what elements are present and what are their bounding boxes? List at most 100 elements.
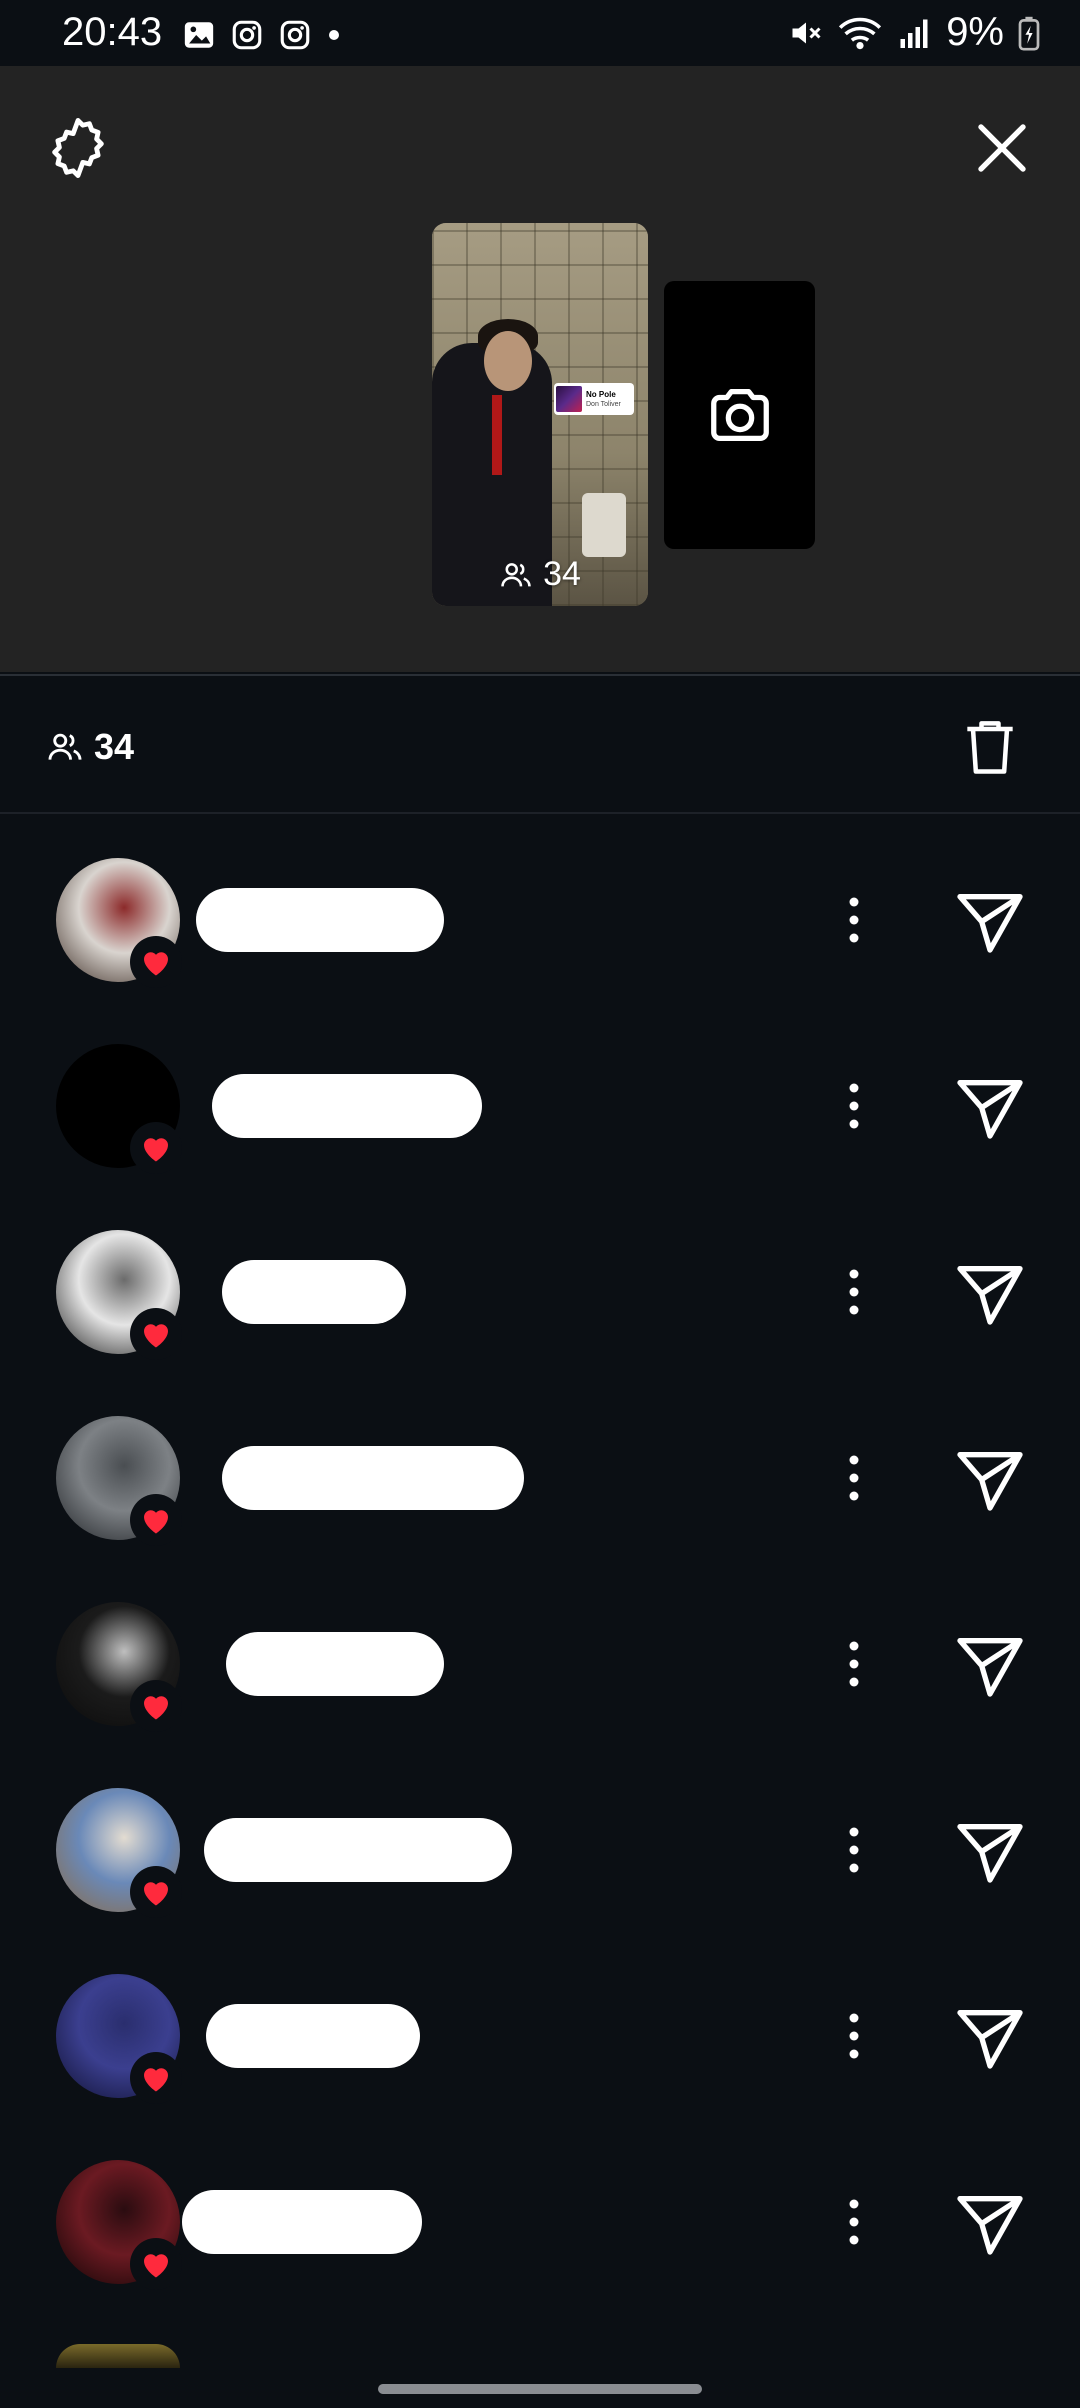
people-icon [501, 562, 531, 586]
send-message-button[interactable] [950, 1624, 1030, 1704]
send-message-button[interactable] [950, 2182, 1030, 2262]
story-photo-face [484, 331, 532, 391]
dot-icon [329, 30, 339, 40]
mute-icon [792, 22, 821, 43]
send-message-button[interactable] [950, 1996, 1030, 2076]
viewers-header: 34 [0, 674, 1080, 814]
close-button[interactable] [966, 112, 1038, 184]
liked-badge [130, 1866, 182, 1918]
send-icon [957, 1452, 1023, 1511]
liked-badge [130, 1494, 182, 1546]
liked-badge [130, 1308, 182, 1360]
more-vertical-icon [849, 1641, 859, 1687]
music-sticker-title: No Pole [586, 389, 616, 399]
more-options-button[interactable] [836, 1074, 872, 1138]
heart-icon [144, 1696, 168, 1720]
redacted-username [226, 1632, 444, 1696]
liked-badge [130, 2052, 182, 2104]
redacted-username [222, 1446, 524, 1510]
liked-badge [130, 2238, 182, 2290]
more-vertical-icon [849, 1827, 859, 1873]
send-message-button[interactable] [950, 1252, 1030, 1332]
story-preview-area: No Pole Don Toliver 34 [0, 66, 1080, 742]
more-options-button[interactable] [836, 1260, 872, 1324]
more-options-button[interactable] [836, 2190, 872, 2254]
heart-icon [144, 2254, 168, 2278]
send-icon [957, 2196, 1023, 2255]
status-time: 20:43 [62, 10, 163, 54]
heart-icon [144, 1510, 168, 1534]
story-viewer-count-value: 34 [543, 555, 581, 593]
more-options-button[interactable] [836, 2004, 872, 2068]
redacted-username [196, 888, 444, 952]
more-options-button[interactable] [836, 1446, 872, 1510]
more-options-button[interactable] [836, 1818, 872, 1882]
album-art [556, 386, 582, 412]
send-icon [957, 1266, 1023, 1325]
camera-icon [710, 389, 769, 441]
viewer-row[interactable] [0, 998, 1080, 1184]
story-photo-tie [492, 395, 502, 475]
more-vertical-icon [849, 1083, 859, 1129]
viewer-row[interactable] [0, 1556, 1080, 1742]
redacted-username [212, 1074, 482, 1138]
send-icon [957, 1638, 1023, 1697]
notification-icons [182, 18, 342, 52]
instagram-icon [280, 20, 310, 50]
instagram-icon [232, 20, 262, 50]
heart-icon [144, 2068, 168, 2092]
gallery-icon [184, 22, 214, 48]
wifi-icon [839, 17, 882, 49]
heart-icon [144, 952, 168, 976]
trash-icon [967, 721, 1013, 774]
more-vertical-icon [849, 1269, 859, 1315]
viewer-row[interactable] [0, 1742, 1080, 1928]
viewer-row[interactable] [0, 812, 1080, 998]
viewers-count: 34 [94, 726, 135, 767]
redacted-username [204, 1818, 512, 1882]
send-message-button[interactable] [950, 880, 1030, 960]
avatar[interactable] [56, 2344, 180, 2368]
viewer-row[interactable] [0, 2114, 1080, 2300]
redacted-username [222, 1260, 406, 1324]
viewer-row[interactable] [0, 1184, 1080, 1370]
heart-icon [144, 1138, 168, 1162]
delete-story-button[interactable] [956, 712, 1024, 780]
music-sticker-artist: Don Toliver [586, 400, 621, 408]
send-icon [957, 1824, 1023, 1883]
viewers-count-section[interactable]: 34 [46, 726, 134, 768]
liked-badge [130, 1122, 182, 1174]
send-message-button[interactable] [950, 1438, 1030, 1518]
send-message-button[interactable] [950, 1066, 1030, 1146]
more-vertical-icon [849, 897, 859, 943]
story-thumbnail[interactable]: No Pole Don Toliver 34 [432, 223, 648, 606]
people-icon [48, 733, 82, 760]
send-icon [957, 2010, 1023, 2069]
battery-charging-icon [1018, 16, 1040, 51]
add-story-button[interactable] [664, 281, 815, 549]
settings-button[interactable] [42, 112, 114, 184]
home-indicator[interactable] [378, 2384, 702, 2394]
gear-icon [52, 118, 104, 178]
viewer-row[interactable] [0, 1370, 1080, 1556]
system-icons: 9% [788, 10, 1040, 55]
redacted-username [182, 2190, 422, 2254]
story-photo-bin [582, 493, 626, 557]
music-sticker: No Pole Don Toliver [554, 383, 634, 415]
close-icon [978, 124, 1026, 172]
status-bar: 20:43 9% [0, 0, 1080, 66]
battery-percent: 9% [946, 10, 1004, 54]
more-vertical-icon [849, 1455, 859, 1501]
viewer-row[interactable] [0, 1928, 1080, 2114]
more-vertical-icon [849, 2013, 859, 2059]
send-message-button[interactable] [950, 1810, 1030, 1890]
heart-icon [144, 1324, 168, 1348]
more-options-button[interactable] [836, 888, 872, 952]
liked-badge [130, 1680, 182, 1732]
more-options-button[interactable] [836, 1632, 872, 1696]
send-icon [957, 894, 1023, 953]
redacted-username [206, 2004, 420, 2068]
liked-badge [130, 936, 182, 988]
heart-icon [144, 1882, 168, 1906]
signal-icon [900, 19, 928, 48]
